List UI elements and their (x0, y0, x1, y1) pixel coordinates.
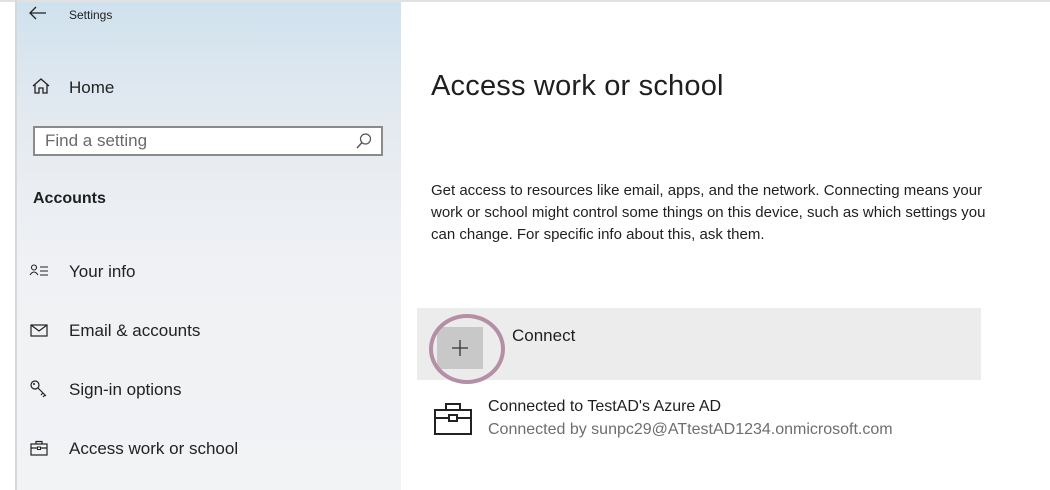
main-content: Access work or school Get access to reso… (401, 2, 1050, 490)
title-bar: Settings (17, 2, 401, 30)
section-heading: Accounts (33, 190, 106, 207)
envelope-icon (29, 320, 49, 340)
search-input[interactable] (35, 128, 355, 154)
sidebar-item-label: Home (69, 78, 115, 97)
back-arrow-icon[interactable] (27, 5, 49, 25)
person-list-icon (29, 261, 49, 281)
sidebar-item-label: Your info (69, 262, 136, 281)
sidebar-item-your-info[interactable]: Your info (17, 253, 401, 289)
sidebar-item-label: Sign-in options (69, 380, 182, 399)
sidebar-item-email-accounts[interactable]: Email & accounts (17, 312, 401, 348)
search-icon[interactable] (355, 132, 373, 150)
home-icon (31, 76, 51, 96)
app-title: Settings (69, 8, 113, 22)
key-icon (29, 379, 49, 399)
sidebar-item-label: Email & accounts (69, 321, 201, 340)
account-name: Connected to TestAD's Azure AD (488, 398, 722, 415)
sidebar-item-home[interactable]: Home (17, 68, 401, 106)
connect-button[interactable]: Connect (417, 308, 981, 384)
briefcase-icon (433, 400, 473, 436)
sidebar-item-label: Access work or school (69, 439, 239, 458)
briefcase-icon (29, 438, 49, 458)
description-text: Get access to resources like email, apps… (431, 182, 986, 243)
highlight-circle (429, 314, 505, 384)
page-title: Access work or school (431, 70, 724, 102)
connect-label: Connect (512, 326, 576, 345)
sidebar-item-sign-in-options[interactable]: Sign-in options (17, 371, 401, 407)
sidebar-item-access-work-or-school[interactable]: Access work or school (17, 430, 401, 466)
sidebar: Settings Home Accounts Your info Email &… (17, 2, 401, 490)
account-detail: Connected by sunpc29@ATtestAD1234.onmicr… (488, 421, 893, 438)
connected-account-item[interactable]: Connected to TestAD's Azure AD Connected… (417, 392, 981, 452)
search-field[interactable] (33, 126, 383, 156)
